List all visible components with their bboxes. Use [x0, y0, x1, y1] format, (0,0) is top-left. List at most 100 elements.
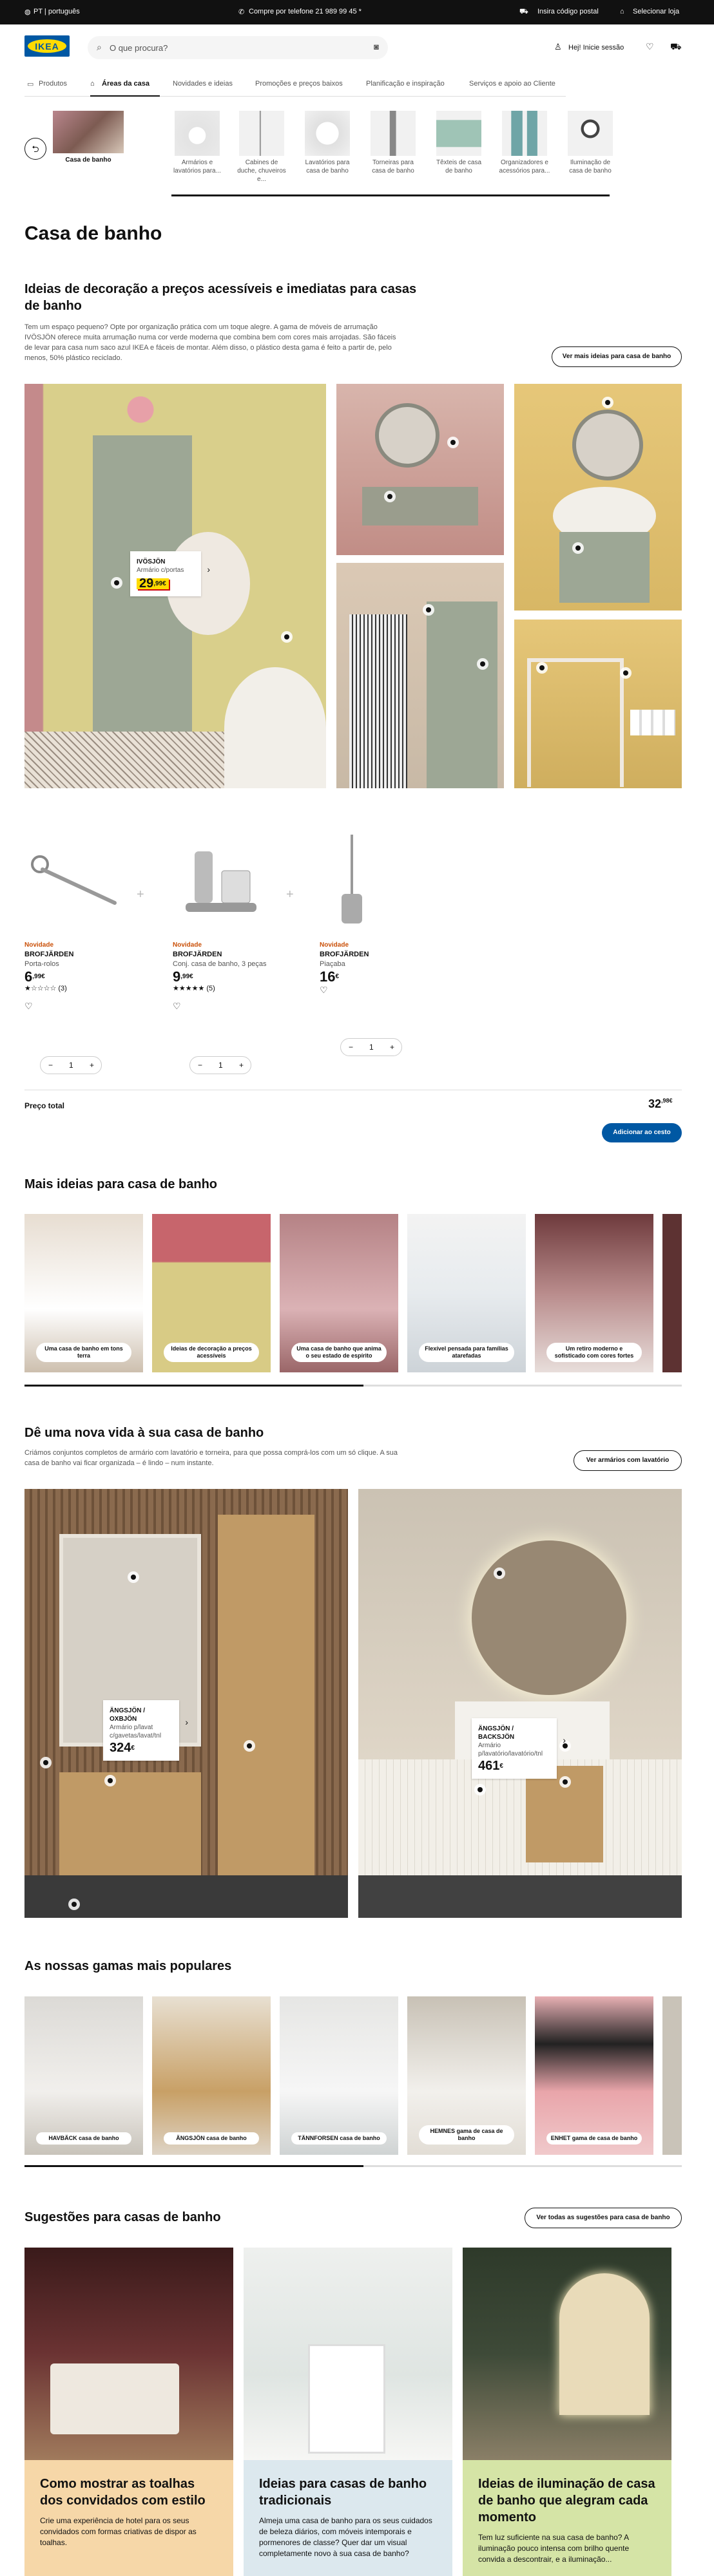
new-life-hotspot[interactable] — [494, 1567, 505, 1579]
ideas-hotspot[interactable] — [477, 658, 488, 670]
ideas-hotspot[interactable] — [447, 437, 459, 448]
select-store-link[interactable]: Selecionar loja — [633, 8, 679, 15]
ideas-hotspot[interactable] — [602, 397, 613, 408]
tab-servicos[interactable]: Serviços e apoio ao Cliente — [469, 80, 555, 88]
range-card[interactable]: ÄNGSJÖN casa de banho — [152, 1996, 271, 2155]
category-iluminacao[interactable]: Iluminação de casa de banho — [564, 111, 616, 175]
range-card[interactable]: HEMNES gama de casa de banho — [407, 1996, 526, 2155]
back-arrow-icon[interactable]: ⮌ — [24, 138, 46, 160]
quantity-stepper[interactable]: −1 + — [189, 1056, 251, 1074]
main-nav: ▭ Produtos ⌂ Áreas da casa Novidades e i… — [24, 76, 566, 97]
new-life-hotspot[interactable] — [104, 1775, 116, 1786]
new-life-hotspot[interactable] — [40, 1757, 52, 1768]
locale-selector[interactable]: PT | português — [34, 8, 80, 15]
suggestion-text: Ideias de iluminação de casa de banho qu… — [463, 2460, 671, 2576]
range-card[interactable]: HAVBÄCK casa de banho — [24, 1996, 143, 2155]
ideas-product-tag[interactable]: IVÖSJÖN Armário c/portas 29,99€ › — [130, 551, 210, 596]
add-to-cart-button[interactable]: Adicionar ao cesto — [602, 1123, 682, 1142]
new-life-photo-left — [24, 1489, 348, 1918]
range-scrollbar[interactable] — [24, 2165, 682, 2167]
all-suggestions-button[interactable]: Ver todas as sugestões para casa de banh… — [525, 2208, 682, 2228]
range-card-partial[interactable] — [662, 1996, 682, 2155]
login-link[interactable]: Hej! Inicie sessão — [568, 44, 624, 52]
more-ideas-button[interactable]: Ver mais ideias para casa de banho — [552, 346, 682, 367]
suggestion-card[interactable]: Como mostrar as toalhas dos convidados c… — [24, 2248, 233, 2576]
search-input[interactable]: O que procura? — [110, 43, 168, 53]
more-ideas-title: Mais ideias para casa de banho — [24, 1177, 218, 1191]
category-armarios[interactable]: Armários e lavatórios para... — [171, 111, 223, 175]
ideas-text: Tem um espaço pequeno? Opte por organiza… — [24, 323, 396, 362]
tab-novidades[interactable]: Novidades e ideias — [173, 80, 233, 88]
quantity-stepper[interactable]: −1 + — [40, 1056, 102, 1074]
ideas-hotspot[interactable] — [281, 631, 293, 643]
product-card[interactable]: Novidade BROFJÄRDEN Porta-rolos 6,99€ ★☆… — [24, 940, 153, 1011]
new-life-hotspot[interactable] — [128, 1571, 139, 1583]
category-cabines[interactable]: Cabines de duche, chuveiros e... — [236, 111, 287, 184]
rating-stars-icon: ★★★★★ — [173, 985, 205, 992]
tab-planificacao[interactable]: Planificação e inspiração — [366, 80, 445, 88]
new-life-hotspot[interactable] — [244, 1740, 255, 1752]
ideas-hotspot[interactable] — [536, 662, 548, 674]
new-life-hotspot[interactable] — [474, 1784, 486, 1795]
ideas-photo-toilet — [514, 620, 682, 788]
camera-icon[interactable]: ◙ — [374, 42, 379, 52]
truck-icon: ⛟ — [519, 8, 528, 15]
suggestion-text: Ideias para casas de banho tradicionais … — [244, 2460, 452, 2576]
category-scrollbar[interactable] — [171, 194, 610, 196]
product-image-roll-holder[interactable] — [24, 832, 121, 922]
idea-card-partial[interactable] — [662, 1214, 682, 1372]
heart-icon[interactable]: ♡ — [173, 1001, 302, 1011]
chevron-right-icon: › — [207, 564, 210, 574]
ikea-logo[interactable]: IKEA — [24, 35, 70, 57]
category-casa-de-banho[interactable]: Casa de banho — [53, 111, 124, 164]
category-organizadores[interactable]: Organizadores e acessórios para... — [499, 111, 550, 175]
range-card[interactable]: TÄNNFORSEN casa de banho — [280, 1996, 398, 2155]
product-card[interactable]: Novidade BROFJÄRDEN Piaçaba 16€ ♡ — [320, 940, 449, 995]
range-card[interactable]: ENHET gama de casa de banho — [535, 1996, 653, 2155]
new-life-product-tag[interactable]: ÄNGSJÖN / BACKSJÖN Armário p/lavatório/l… — [472, 1718, 566, 1779]
search-bar[interactable]: ⌕ O que procura? ◙ — [88, 36, 388, 59]
quantity-stepper[interactable]: −1 + — [340, 1038, 402, 1056]
category-texteis[interactable]: Têxteis de casa de banho — [433, 111, 485, 175]
sink-cabinets-button[interactable]: Ver armários com lavatório — [574, 1450, 682, 1471]
new-life-hotspot[interactable] — [68, 1899, 80, 1910]
ideas-photo-shelf — [336, 563, 504, 788]
product-image-toilet-brush[interactable] — [320, 832, 384, 929]
ideas-hotspot[interactable] — [620, 667, 632, 679]
heart-icon[interactable]: ♡ — [320, 985, 449, 995]
tab-produtos[interactable]: Produtos — [39, 80, 67, 88]
user-icon[interactable]: ♙ — [554, 42, 562, 52]
heart-icon[interactable]: ♡ — [646, 41, 654, 52]
ideas-hotspot[interactable] — [111, 577, 122, 589]
idea-card[interactable]: Flexível pensada para famílias atarefada… — [407, 1214, 526, 1372]
product-image-bath-set[interactable] — [173, 832, 269, 922]
heart-icon[interactable]: ♡ — [24, 1001, 153, 1011]
new-life-photo-right — [358, 1489, 682, 1918]
cart-icon[interactable]: ⛟ — [670, 41, 682, 53]
tab-promocoes[interactable]: Promoções e preços baixos — [255, 80, 343, 88]
idea-card[interactable]: Um retiro moderno e sofisticado com core… — [535, 1214, 653, 1372]
suggestion-card[interactable]: Ideias para casas de banho tradicionais … — [244, 2248, 452, 2576]
store-icon: ⌂ — [620, 8, 624, 15]
product-card[interactable]: Novidade BROFJÄRDEN Conj. casa de banho,… — [173, 940, 302, 1011]
chevron-right-icon: › — [563, 1735, 566, 1745]
ideas-scrollbar[interactable] — [24, 1385, 682, 1387]
ideas-hotspot[interactable] — [572, 542, 584, 554]
idea-card[interactable]: Ideias de decoração a preços acessíveis — [152, 1214, 271, 1372]
idea-card[interactable]: Uma casa de banho que anima o seu estado… — [280, 1214, 398, 1372]
globe-icon[interactable]: ◍ — [24, 8, 31, 16]
popular-title: As nossas gamas mais populares — [24, 1959, 232, 1973]
category-torneiras[interactable]: Torneiras para casa de banho — [367, 111, 419, 175]
idea-card[interactable]: Uma casa de banho em tons terra — [24, 1214, 143, 1372]
ideas-hotspot[interactable] — [423, 604, 434, 616]
postal-code-link[interactable]: Insira código postal — [537, 8, 599, 15]
new-life-hotspot[interactable] — [559, 1776, 571, 1788]
phone-order-link[interactable]: Compre por telefone 21 989 99 45 * — [249, 8, 362, 15]
suggestion-card[interactable]: Ideias de iluminação de casa de banho qu… — [463, 2248, 671, 2576]
ideas-hotspot[interactable] — [384, 491, 396, 502]
total-price: 32,98€ — [648, 1097, 673, 1110]
tab-areas-da-casa[interactable]: Áreas da casa — [102, 80, 150, 88]
ideas-title: Ideias de decoração a preços acessíveis … — [24, 282, 417, 313]
new-life-product-tag[interactable]: ÄNGSJÖN / OXBJÖN Armário p/lavat c/gavet… — [103, 1700, 188, 1761]
category-lavatorios[interactable]: Lavatórios para casa de banho — [302, 111, 353, 175]
